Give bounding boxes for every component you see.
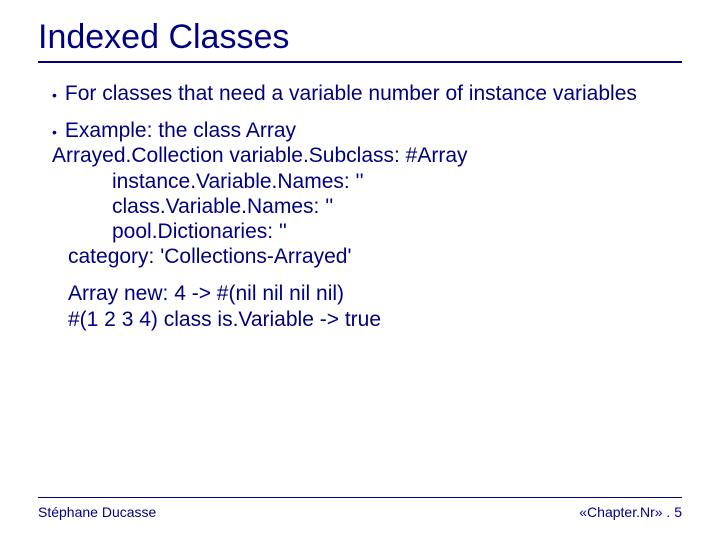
code-line: class.Variable.Names: '' xyxy=(112,194,682,219)
code-line: category: 'Collections-Arrayed' xyxy=(68,244,682,269)
footer-divider xyxy=(38,497,682,498)
code-line: pool.Dictionaries: '' xyxy=(112,219,682,244)
code-line: Arrayed.Collection variable.Subclass: #A… xyxy=(52,143,682,168)
code-block-definition: Arrayed.Collection variable.Subclass: #A… xyxy=(52,143,682,269)
code-line: instance.Variable.Names: '' xyxy=(112,169,682,194)
bullet-icon: • xyxy=(52,87,57,104)
bullet-icon: • xyxy=(52,124,57,141)
footer-author: Stéphane Ducasse xyxy=(38,504,156,520)
slide-footer: Stéphane Ducasse «Chapter.Nr» . 5 xyxy=(38,497,682,520)
code-line: #(1 2 3 4) class is.Variable -> true xyxy=(68,307,682,332)
slide-content: • For classes that need a variable numbe… xyxy=(52,81,682,332)
code-block-example: Array new: 4 -> #(nil nil nil nil) #(1 2… xyxy=(68,281,682,331)
bullet-text: For classes that need a variable number … xyxy=(65,81,682,106)
footer-page: «Chapter.Nr» . 5 xyxy=(579,504,682,520)
bullet-item: • Example: the class Array xyxy=(52,118,682,143)
slide-title: Indexed Classes xyxy=(38,18,682,57)
slide: Indexed Classes • For classes that need … xyxy=(0,0,720,540)
bullet-item: • For classes that need a variable numbe… xyxy=(52,81,682,106)
title-divider xyxy=(38,61,682,63)
code-line: Array new: 4 -> #(nil nil nil nil) xyxy=(68,281,682,306)
bullet-text: Example: the class Array xyxy=(65,118,682,143)
footer-row: Stéphane Ducasse «Chapter.Nr» . 5 xyxy=(38,504,682,520)
